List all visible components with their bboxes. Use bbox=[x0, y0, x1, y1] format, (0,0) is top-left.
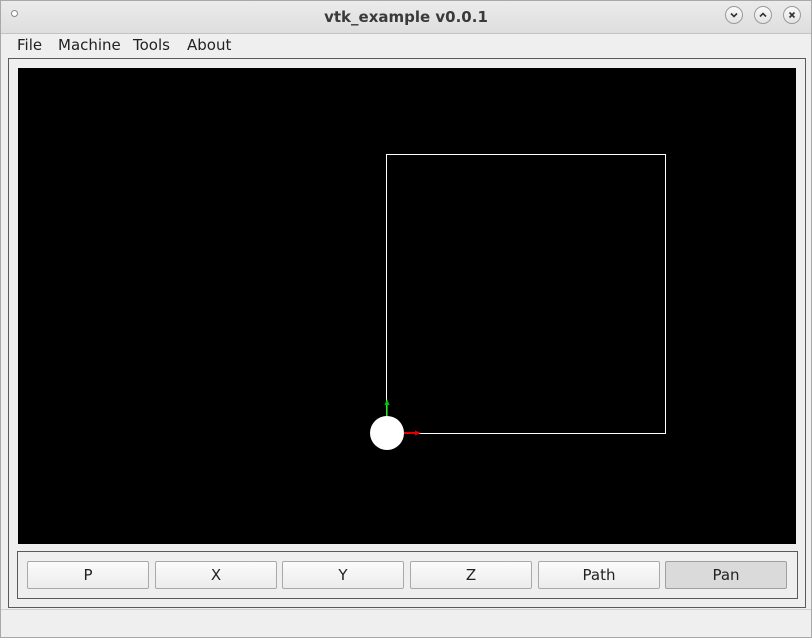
pan-button[interactable]: Pan bbox=[665, 561, 787, 589]
close-button[interactable] bbox=[783, 6, 801, 24]
menu-about[interactable]: About bbox=[187, 36, 231, 56]
app-window: vtk_example v0.0.1 File Machine Tools Ab… bbox=[0, 0, 812, 638]
view-button-group: P X Y Z Path Pan bbox=[17, 551, 798, 599]
minimize-button[interactable] bbox=[725, 6, 743, 24]
vtk-render-viewport[interactable] bbox=[18, 68, 796, 544]
z-button[interactable]: Z bbox=[410, 561, 532, 589]
chevron-down-icon bbox=[730, 12, 738, 18]
toolpath-square bbox=[386, 154, 666, 434]
menu-machine[interactable]: Machine bbox=[58, 36, 121, 56]
y-axis-arrowhead bbox=[384, 399, 390, 405]
central-frame: P X Y Z Path Pan bbox=[8, 58, 806, 608]
close-icon bbox=[788, 11, 796, 19]
menu-bar: File Machine Tools About bbox=[1, 34, 811, 58]
window-title: vtk_example v0.0.1 bbox=[324, 8, 488, 26]
scene-canvas bbox=[370, 154, 666, 450]
maximize-button[interactable] bbox=[754, 6, 772, 24]
x-button[interactable]: X bbox=[155, 561, 277, 589]
menu-tools[interactable]: Tools bbox=[133, 36, 170, 56]
p-button[interactable]: P bbox=[27, 561, 149, 589]
path-button[interactable]: Path bbox=[538, 561, 660, 589]
status-bar bbox=[1, 609, 811, 637]
title-bar[interactable]: vtk_example v0.0.1 bbox=[1, 1, 811, 34]
x-axis-arrowhead bbox=[415, 430, 421, 436]
menu-file[interactable]: File bbox=[17, 36, 42, 56]
y-button[interactable]: Y bbox=[282, 561, 404, 589]
chevron-up-icon bbox=[759, 12, 767, 18]
tool-sphere bbox=[370, 416, 404, 450]
